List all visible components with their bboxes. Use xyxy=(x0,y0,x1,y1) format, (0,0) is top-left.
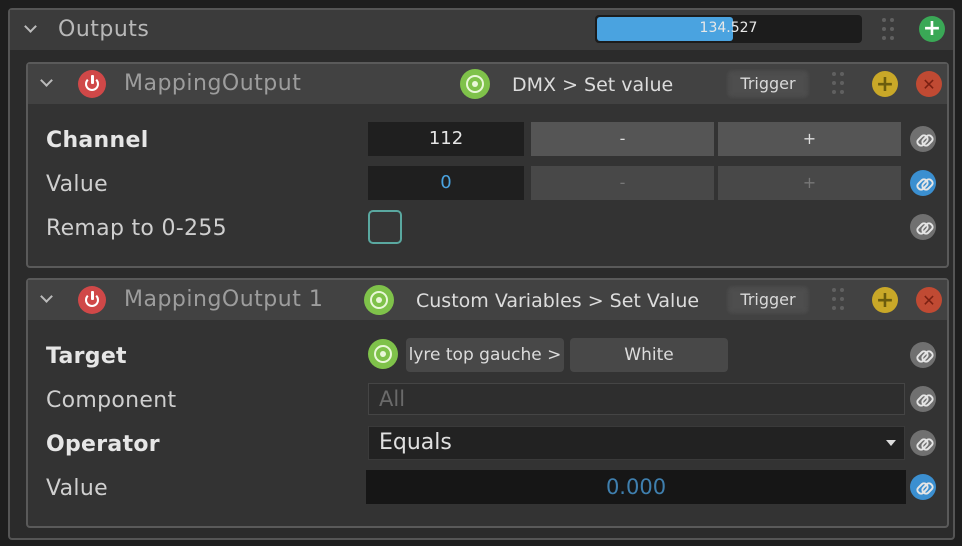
mapping-output-1-header: MappingOutput 1 Custom Variables > Set V… xyxy=(28,280,947,320)
plus-icon: + xyxy=(875,287,895,313)
link-icon[interactable] xyxy=(910,474,936,500)
drag-handle-icon[interactable] xyxy=(882,18,896,42)
plus-icon: + xyxy=(875,71,895,97)
mapping-output-header: MappingOutput DMX > Set value Trigger + … xyxy=(28,64,947,104)
chevron-down-icon[interactable] xyxy=(24,22,36,34)
target-icon[interactable] xyxy=(368,339,398,369)
progress-bar: 134.527 xyxy=(595,15,862,43)
chevron-down-icon[interactable] xyxy=(40,292,52,304)
chevron-down-icon[interactable] xyxy=(40,76,52,88)
close-icon: ✕ xyxy=(922,290,936,310)
remap-label: Remap to 0-255 xyxy=(46,216,227,241)
outputs-header: Outputs 134.527 + xyxy=(10,10,953,50)
channel-decrement-button[interactable]: - xyxy=(531,122,714,156)
link-icon[interactable] xyxy=(910,126,936,152)
operator-select[interactable]: Equals xyxy=(368,426,905,460)
target-group-button[interactable]: lyre top gauche > xyxy=(406,338,564,372)
mapping-output-1-title[interactable]: MappingOutput 1 xyxy=(124,287,323,312)
target-icon[interactable] xyxy=(364,285,394,315)
channel-field[interactable]: 112 xyxy=(368,122,524,156)
operator-label: Operator xyxy=(46,432,160,457)
target-item-button[interactable]: White xyxy=(570,338,728,372)
power-icon[interactable] xyxy=(78,286,106,314)
link-icon[interactable] xyxy=(910,430,936,456)
outputs-container: Outputs 134.527 + MappingOutput DMX > Se… xyxy=(8,8,955,540)
target-label: Target xyxy=(46,344,127,369)
add-item-button[interactable]: + xyxy=(872,287,898,313)
link-icon[interactable] xyxy=(910,214,936,240)
value-decrement-button[interactable]: - xyxy=(531,166,714,200)
dropdown-arrow-icon xyxy=(886,440,896,446)
component-field[interactable]: All xyxy=(368,383,905,415)
link-icon[interactable] xyxy=(910,170,936,196)
value-label: Value xyxy=(46,476,108,501)
command-label[interactable]: DMX > Set value xyxy=(512,74,673,96)
link-icon[interactable] xyxy=(910,386,936,412)
plus-icon: + xyxy=(922,16,942,41)
mapping-output-panel: MappingOutput DMX > Set value Trigger + … xyxy=(26,62,949,268)
close-icon: ✕ xyxy=(922,74,936,94)
outputs-title: Outputs xyxy=(58,17,150,42)
target-icon[interactable] xyxy=(460,69,490,99)
link-icon[interactable] xyxy=(910,342,936,368)
component-label: Component xyxy=(46,388,177,413)
value-field[interactable]: 0 xyxy=(368,166,524,200)
remove-item-button[interactable]: ✕ xyxy=(916,71,942,97)
channel-label: Channel xyxy=(46,128,149,153)
channel-increment-button[interactable]: + xyxy=(718,122,901,156)
power-icon[interactable] xyxy=(78,70,106,98)
command-label[interactable]: Custom Variables > Set Value xyxy=(416,290,699,312)
mapping-output-title[interactable]: MappingOutput xyxy=(124,71,301,96)
add-item-button[interactable]: + xyxy=(872,71,898,97)
trigger-button[interactable]: Trigger xyxy=(726,285,810,315)
operator-value: Equals xyxy=(379,430,452,455)
add-output-button[interactable]: + xyxy=(919,16,945,42)
remove-item-button[interactable]: ✕ xyxy=(916,287,942,313)
remap-checkbox[interactable] xyxy=(368,210,402,244)
trigger-button[interactable]: Trigger xyxy=(726,69,810,99)
drag-handle-icon[interactable] xyxy=(832,72,846,96)
mapping-output-1-panel: MappingOutput 1 Custom Variables > Set V… xyxy=(26,278,949,528)
value-field[interactable]: 0.000 xyxy=(366,470,906,504)
drag-handle-icon[interactable] xyxy=(832,288,846,312)
progress-value: 134.527 xyxy=(699,20,758,36)
value-label: Value xyxy=(46,172,108,197)
value-increment-button[interactable]: + xyxy=(718,166,901,200)
